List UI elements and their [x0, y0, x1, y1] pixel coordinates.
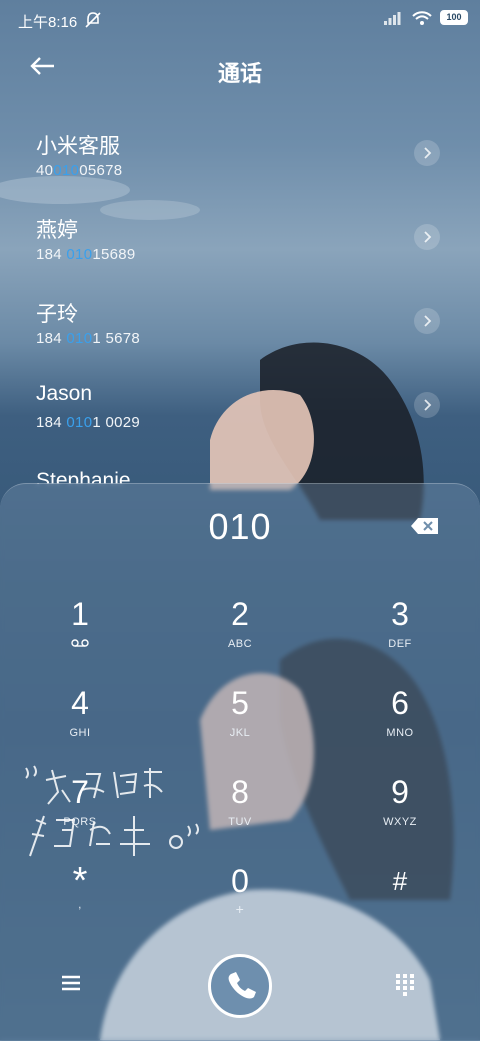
mute-notification-icon: [85, 12, 101, 28]
backspace-icon: [411, 518, 438, 534]
handwriting-decoration: [25, 765, 199, 857]
header: 通话: [0, 40, 480, 100]
chevron-right-icon: [424, 315, 432, 327]
status-time: 上午8:16: [18, 14, 78, 31]
signal-icon: [384, 11, 401, 25]
contact-list: 小米客服 4001005678 燕婷 184 01015689 子玲 184 0…: [0, 118, 480, 454]
voicemail-icon: [71, 639, 89, 647]
contact-name: Jason: [36, 382, 93, 405]
contact-number: 184 0101 5678: [36, 330, 141, 347]
status-bar: 上午8:16 100: [0, 0, 480, 40]
contact-number: 184 01015689: [36, 246, 136, 263]
backspace-button[interactable]: [410, 516, 440, 536]
key-hash[interactable]: #: [340, 849, 460, 929]
contact-details-button[interactable]: [414, 140, 440, 166]
keypad-toggle-button[interactable]: [394, 972, 420, 998]
contact-item[interactable]: 子玲 184 0101 5678: [0, 286, 480, 370]
key-3[interactable]: 3 DEF: [340, 582, 460, 662]
bottom-action-bar: [0, 950, 480, 1040]
key-5[interactable]: 5 JKL: [180, 671, 300, 751]
contact-number: 4001005678: [36, 162, 123, 179]
contact-details-button[interactable]: [414, 308, 440, 334]
contact-name: 燕婷: [36, 219, 78, 242]
menu-icon: [62, 975, 80, 991]
contact-name: 小米客服: [36, 135, 120, 158]
key-1[interactable]: 1: [20, 582, 140, 662]
battery-icon: 100: [440, 10, 468, 25]
contact-item[interactable]: 小米客服 4001005678: [0, 118, 480, 202]
page-title: 通话: [217, 61, 262, 86]
wifi-icon: [412, 10, 432, 25]
menu-button[interactable]: [58, 972, 90, 998]
status-icons: 100: [384, 10, 468, 25]
dial-input[interactable]: 010: [0, 506, 480, 548]
contact-number: 184 0101 0029: [36, 414, 141, 431]
contact-name: 子玲: [36, 303, 78, 326]
key-6[interactable]: 6 MNO: [340, 671, 460, 751]
call-button[interactable]: [208, 954, 272, 1018]
contact-item[interactable]: 燕婷 184 01015689: [0, 202, 480, 286]
contact-item[interactable]: Jason 184 0101 0029: [0, 370, 480, 454]
contact-name-partial[interactable]: Stephanie: [36, 466, 131, 484]
key-2[interactable]: 2 ABC: [180, 582, 300, 662]
key-9[interactable]: 9 WXYZ: [340, 760, 460, 840]
chevron-right-icon: [424, 231, 432, 243]
phone-icon: [228, 972, 256, 999]
chevron-right-icon: [424, 399, 432, 411]
contact-details-button[interactable]: [414, 224, 440, 250]
contact-details-button[interactable]: [414, 392, 440, 418]
keypad-icon: [396, 974, 414, 996]
key-4[interactable]: 4 GHI: [20, 671, 140, 751]
chevron-right-icon: [424, 147, 432, 159]
